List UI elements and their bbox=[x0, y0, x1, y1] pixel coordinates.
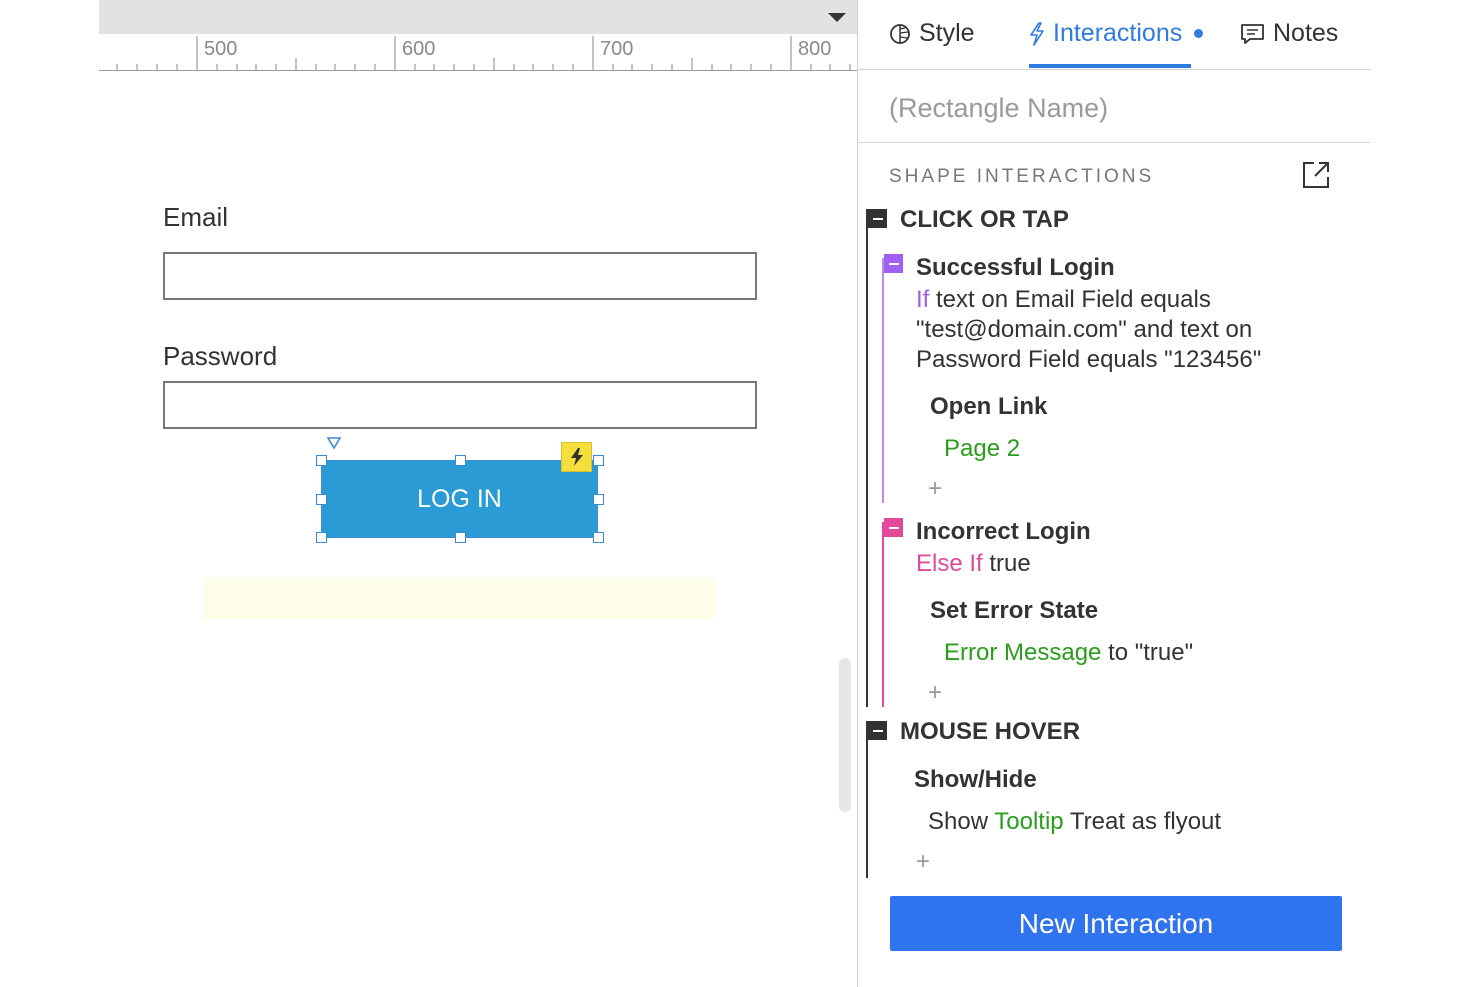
resize-handle-bottom[interactable] bbox=[455, 532, 466, 543]
event-title-mouse-hover: MOUSE HOVER bbox=[900, 718, 1081, 745]
case-condition[interactable]: Else If true bbox=[916, 550, 1031, 578]
lightning-icon bbox=[570, 448, 583, 466]
action-option: Treat as flyout bbox=[1069, 808, 1222, 835]
tab-notes-label: Notes bbox=[1273, 19, 1339, 47]
tab-style-label: Style bbox=[919, 19, 975, 47]
action-target-tooltip: Tooltip bbox=[994, 808, 1064, 835]
add-action-button[interactable]: + bbox=[916, 848, 930, 876]
case-keyword-else-if: Else If bbox=[916, 550, 983, 577]
action-target-row[interactable]: Error Message to "true" bbox=[944, 639, 1193, 667]
resize-handle-left[interactable] bbox=[316, 494, 327, 505]
ruler-label-600: 600 bbox=[402, 38, 436, 60]
event-title-click-or-tap: CLICK OR TAP bbox=[900, 206, 1069, 233]
canvas[interactable]: 500 600 700 800 Email Password LOG IN bbox=[0, 0, 857, 987]
tab-style[interactable]: Style bbox=[889, 19, 975, 48]
popout-icon[interactable] bbox=[1301, 160, 1331, 190]
resize-handle-top-right[interactable] bbox=[593, 455, 604, 466]
new-interaction-label: New Interaction bbox=[1018, 907, 1214, 939]
email-field[interactable] bbox=[163, 252, 757, 300]
login-button-label: LOG IN bbox=[417, 484, 502, 513]
resize-handle-bottom-right[interactable] bbox=[593, 532, 604, 543]
login-button[interactable]: LOG IN bbox=[321, 460, 598, 538]
action-target-error-message: Error Message bbox=[944, 639, 1102, 666]
add-action-button[interactable]: + bbox=[928, 679, 942, 707]
section-title: SHAPE INTERACTIONS bbox=[889, 166, 1155, 187]
resize-handle-right[interactable] bbox=[593, 494, 604, 505]
case-keyword-if: If bbox=[916, 286, 930, 313]
new-interaction-button[interactable]: New Interaction bbox=[890, 896, 1342, 951]
collapse-event-click-button[interactable] bbox=[868, 209, 887, 228]
error-message-area[interactable] bbox=[203, 578, 715, 619]
case-condition-line-3[interactable]: Password Field equals "123456" bbox=[916, 346, 1261, 374]
event-connector-line bbox=[866, 209, 868, 707]
tabs-divider bbox=[858, 69, 1370, 70]
tab-notes[interactable]: Notes bbox=[1240, 19, 1338, 48]
ruler-label-700: 700 bbox=[600, 38, 634, 60]
event-connector-line bbox=[866, 721, 868, 878]
case-condition-line-2[interactable]: "test@domain.com" and text on bbox=[916, 316, 1252, 344]
dropdown-arrow-icon[interactable] bbox=[828, 13, 846, 22]
action-target-suffix: to "true" bbox=[1108, 639, 1194, 666]
password-label: Password bbox=[163, 341, 278, 371]
condition-text: true bbox=[989, 550, 1031, 577]
shape-name-input[interactable]: (Rectangle Name) bbox=[889, 93, 1108, 124]
active-tab-indicator bbox=[1029, 64, 1191, 68]
style-icon bbox=[890, 23, 910, 44]
ruler-label-500: 500 bbox=[204, 38, 238, 60]
action-show-hide[interactable]: Show/Hide bbox=[914, 766, 1037, 794]
unsaved-changes-dot bbox=[1194, 29, 1204, 38]
resize-handle-top-left[interactable] bbox=[316, 455, 327, 466]
vertical-scrollbar[interactable] bbox=[839, 658, 851, 812]
case-connector-line bbox=[882, 258, 884, 503]
resize-handle-bottom-left[interactable] bbox=[316, 532, 327, 543]
tab-interactions[interactable]: Interactions bbox=[1029, 19, 1204, 48]
case-name-incorrect-login[interactable]: Incorrect Login bbox=[916, 518, 1091, 546]
interaction-badge[interactable] bbox=[561, 442, 592, 472]
tab-interactions-label: Interactions bbox=[1053, 19, 1183, 47]
action-set-error-state[interactable]: Set Error State bbox=[930, 597, 1098, 625]
inspector-panel bbox=[857, 0, 1480, 987]
collapse-case-incorrect-login-button[interactable] bbox=[884, 518, 903, 537]
condition-text: text on Email Field equals bbox=[936, 286, 1211, 313]
notes-icon bbox=[1241, 23, 1264, 44]
action-target-row[interactable]: Show Tooltip Treat as flyout bbox=[928, 808, 1221, 836]
case-condition-line-1[interactable]: If text on Email Field equals bbox=[916, 286, 1211, 314]
name-divider bbox=[858, 142, 1370, 143]
action-open-link[interactable]: Open Link bbox=[930, 393, 1047, 421]
action-verb: Show bbox=[928, 808, 989, 835]
ruler-label-800: 800 bbox=[798, 38, 832, 60]
case-connector-line bbox=[882, 522, 884, 707]
resize-handle-top[interactable] bbox=[455, 455, 466, 466]
add-action-button[interactable]: + bbox=[928, 475, 942, 503]
triangle-marker-icon[interactable] bbox=[327, 437, 341, 450]
case-name-successful-login[interactable]: Successful Login bbox=[916, 254, 1115, 282]
password-field[interactable] bbox=[163, 381, 757, 429]
lightning-icon bbox=[1030, 21, 1044, 46]
collapse-case-successful-login-button[interactable] bbox=[884, 254, 903, 273]
email-label: Email bbox=[163, 202, 229, 232]
action-target-page-2[interactable]: Page 2 bbox=[944, 435, 1020, 463]
canvas-top-bar bbox=[99, 0, 857, 34]
collapse-event-hover-button[interactable] bbox=[868, 721, 887, 740]
